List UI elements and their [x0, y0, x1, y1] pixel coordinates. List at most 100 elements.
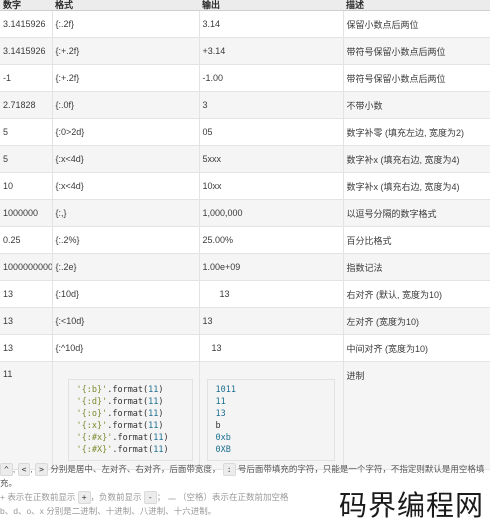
table-row: 2.71828 {:.0f} 3 不带小数: [0, 91, 490, 119]
code-format-string: '{:x}': [76, 421, 108, 431]
code-end: ): [158, 397, 164, 407]
header-format: 格式: [52, 0, 199, 11]
code-chip: <: [17, 463, 31, 476]
cell-number: 5: [0, 118, 53, 146]
cell-number: 5: [0, 145, 53, 173]
code-chip: :: [222, 463, 236, 476]
code-arg: 11: [148, 397, 159, 407]
output-line: 11: [215, 397, 226, 407]
format-table: 数字 格式 输出 描述 3.1415926 {:.2f} 3.14 保留小数点后…: [0, 0, 490, 470]
code-arg: 11: [148, 385, 159, 395]
code-end: ): [163, 445, 169, 455]
code-end: ): [158, 421, 164, 431]
code-call: .format(: [112, 445, 154, 455]
code-call: .format(: [107, 421, 149, 431]
output-line: 0XB: [215, 445, 231, 455]
output-line: b: [215, 421, 221, 431]
code-chip: +: [77, 491, 91, 504]
cell-output: 13: [199, 307, 344, 335]
cell-description: 指数记法: [343, 253, 490, 281]
cell-output-code: 1011 11 13 b 0xb 0XB: [199, 361, 344, 470]
code-call: .format(: [107, 397, 149, 407]
table-row: -1 {:+.2f} -1.00 带符号保留小数点后两位: [0, 64, 490, 92]
cell-number: 3.1415926: [0, 10, 53, 38]
cell-number: 13: [0, 334, 53, 362]
code-format-string: '{:o}': [76, 409, 108, 419]
cell-format: {:.2%}: [52, 226, 200, 254]
cell-description: 百分比格式: [343, 226, 490, 254]
table-row-code-example: 11 '{:b}'.format(11) '{:d}'.format(11) '…: [0, 361, 490, 470]
code-chip: ^: [0, 463, 13, 476]
code-call: .format(: [107, 409, 149, 419]
table-row: 10 {:x<4d} 10xx 数字补x (填充右边, 宽度为4): [0, 172, 490, 200]
table-row: 3.1415926 {:.2f} 3.14 保留小数点后两位: [0, 10, 490, 38]
cell-output: -1.00: [199, 64, 344, 92]
cell-format: {:10d}: [52, 280, 200, 308]
cell-format: {:x<4d}: [52, 172, 200, 200]
cell-output: 3: [199, 91, 344, 119]
note-text: 分别是居中、左对齐、右对齐，后面带宽度，: [50, 464, 221, 474]
cell-output: 25.00%: [199, 226, 344, 254]
cell-description: 数字补x (填充右边, 宽度为4): [343, 172, 490, 200]
table-header-row: 数字 格式 输出 描述: [0, 0, 490, 11]
code-end: ): [158, 385, 164, 395]
cell-number: 3.1415926: [0, 37, 53, 65]
code-arg: 11: [153, 445, 164, 455]
code-format-string: '{:d}': [76, 397, 108, 407]
cell-description: 数字补x (填充右边, 宽度为4): [343, 145, 490, 173]
cell-format: {:^10d}: [52, 334, 200, 362]
cell-description: 不带小数: [343, 91, 490, 119]
cell-format: {:x<4d}: [52, 145, 200, 173]
cell-output: 13: [199, 280, 344, 308]
cell-output: 5xxx: [199, 145, 344, 173]
cell-format: {:,}: [52, 199, 200, 227]
header-number: 数字: [0, 0, 52, 11]
cell-description: 左对齐 (宽度为10): [343, 307, 490, 335]
cell-number: 1000000000: [0, 253, 53, 281]
table-row: 1000000 {:,} 1,000,000 以逗号分隔的数字格式: [0, 199, 490, 227]
code-format-string: '{:#x}': [76, 433, 113, 443]
code-line: '{:#X}'.format(11): [77, 444, 184, 456]
cell-output: 10xx: [199, 172, 344, 200]
code-line: '{:o}'.format(11): [77, 408, 184, 420]
table-row: 5 {:0>2d} 05 数字补零 (填充左边, 宽度为2): [0, 118, 490, 146]
code-line: '{:x}'.format(11): [77, 420, 184, 432]
code-call: .format(: [107, 385, 149, 395]
table-row: 13 {:<10d} 13 左对齐 (宽度为10): [0, 307, 490, 335]
cell-format: {:<10d}: [52, 307, 200, 335]
cell-number: 11: [0, 361, 53, 470]
table-row: 13 {:^10d} 13 中间对齐 (宽度为10): [0, 334, 490, 362]
cell-output: 1,000,000: [199, 199, 344, 227]
note-text: 号后面带填充的字符，只能是一个字符，不指定则默认是用空格填: [237, 464, 485, 474]
code-format-string: '{:#X}': [76, 445, 113, 455]
code-line: '{:d}'.format(11): [77, 396, 184, 408]
cell-description: 进制: [343, 361, 490, 470]
output-line: 0xb: [215, 433, 231, 443]
code-line: '{:#x}'.format(11): [77, 432, 184, 444]
cell-format: {:.2f}: [52, 10, 200, 38]
cell-description: 以逗号分隔的数字格式: [343, 199, 490, 227]
code-call: .format(: [112, 433, 154, 443]
code-format-string: '{:b}': [76, 385, 108, 395]
table-row: 5 {:x<4d} 5xxx 数字补x (填充右边, 宽度为4): [0, 145, 490, 173]
header-output: 输出: [199, 0, 343, 11]
watermark-logo: 码界编程网: [338, 489, 484, 522]
table-row: 0.25 {:.2%} 25.00% 百分比格式: [0, 226, 490, 254]
cell-number: 13: [0, 280, 53, 308]
table-row: 13 {:10d} 13 右对齐 (默认, 宽度为10): [0, 280, 490, 308]
cell-number: 10: [0, 172, 53, 200]
code-arg: 11: [148, 409, 159, 419]
cell-output: 1.00e+09: [199, 253, 344, 281]
cell-output: +3.14: [199, 37, 344, 65]
code-chip: -: [143, 491, 157, 504]
note-text: （空格）表示在正数前加空格: [178, 492, 289, 502]
cell-description: 右对齐 (默认, 宽度为10): [343, 280, 490, 308]
table-row: 1000000000 {:.2e} 1.00e+09 指数记法: [0, 253, 490, 281]
cell-number: 0.25: [0, 226, 53, 254]
cell-number: -1: [0, 64, 53, 92]
cell-description: 带符号保留小数点后两位: [343, 64, 490, 92]
cell-description: 带符号保留小数点后两位: [343, 37, 490, 65]
code-end: ): [158, 409, 164, 419]
note-text: ；: [156, 492, 166, 502]
cell-description: 数字补零 (填充左边, 宽度为2): [343, 118, 490, 146]
